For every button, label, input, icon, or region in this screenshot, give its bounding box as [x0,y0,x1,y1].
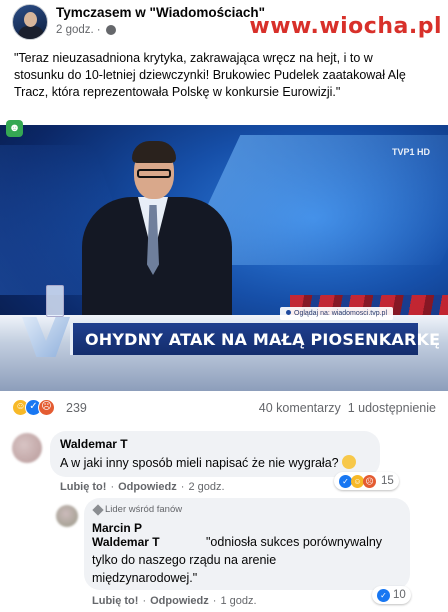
angry-icon: ☹ [363,474,376,488]
like-icon: ✓ [377,588,390,602]
comment-author[interactable]: Waldemar T [60,437,128,451]
smiley-icon: ☻ [6,120,23,137]
globe-icon [105,25,116,35]
reply-text-line2: tylko do naszego rządu na arenie [92,553,277,567]
reply-reaction-count: 10 [393,589,406,601]
comment-bubble: Waldemar T A w jaki inny sposób mieli na… [50,431,380,477]
comments-shares[interactable]: 40 komentarzy 1 udostępnienie [259,401,436,415]
comment-text: A w jaki inny sposób mieli napisać że ni… [60,455,356,470]
page-name[interactable]: Tymczasem w "Wiadomościach" [56,5,265,20]
diamond-icon [92,503,104,516]
reaction-icons[interactable]: ☺ ✓ ☹ [12,399,55,416]
comment-time[interactable]: 2 godz. [188,481,224,493]
water-glass [46,285,64,317]
like-link[interactable]: Lubię to! [92,595,138,607]
channel-logo: TVP1 HD [391,147,430,157]
reply-time[interactable]: 1 godz. [220,595,256,607]
commenter-avatar[interactable] [12,433,42,463]
reply-link[interactable]: Odpowiedz [118,481,177,493]
comment-reactions[interactable]: ✓ ☺ ☹ 15 [334,472,399,490]
comment-reaction-count: 15 [381,475,394,487]
reply-text-line1: "odniosła sukces porównywalny [206,535,383,549]
post-meta: 2 godz. · [56,24,116,36]
reply-reactions[interactable]: ✓ 10 [372,586,411,604]
source-label: Oglądaj na: wiadomosci.tvp.pl [280,307,393,320]
reply-bubble: Lider wśród fanów Marcin P Waldemar T "o… [84,498,410,590]
post-header: Tymczasem w "Wiadomościach" 2 godz. · [12,2,312,44]
reply-actions: Lubię to! · Odpowiedz · 1 godz. [92,595,257,607]
mention-tag[interactable]: Waldemar T [92,535,160,549]
reply-author[interactable]: Marcin P [92,521,142,535]
reply-text-line3: międzynarodowej." [92,571,198,585]
page-avatar[interactable] [12,4,48,40]
post-text: "Teraz nieuzasadniona krytyka, zakrawają… [14,51,406,99]
reaction-count[interactable]: 239 [66,401,87,415]
reply-avatar[interactable] [56,505,78,527]
post-video[interactable]: TVP1 HD Oglądaj na: wiadomosci.tvp.pl OH… [0,125,448,391]
chyron-text: OHYDNY ATAK NA MAŁĄ PIOSENKARKĘ [85,330,441,349]
comments-count[interactable]: 40 komentarzy [259,401,341,415]
shares-count[interactable]: 1 udostępnienie [348,401,436,415]
like-link[interactable]: Lubię to! [60,481,106,493]
top-fan-badge: Lider wśród fanów [92,503,182,516]
angry-icon: ☹ [38,399,55,416]
thinking-emoji-icon [341,455,356,469]
news-chyron: OHYDNY ATAK NA MAŁĄ PIOSENKARKĘ [70,323,440,355]
reactions-bar: ☺ ✓ ☹ 239 40 komentarzy 1 udostępnienie [12,397,436,419]
post-time[interactable]: 2 godz. [56,24,94,36]
comment-actions: Lubię to! · Odpowiedz · 2 godz. [60,481,225,493]
meta-separator: · [96,24,101,36]
reply-link[interactable]: Odpowiedz [150,595,209,607]
